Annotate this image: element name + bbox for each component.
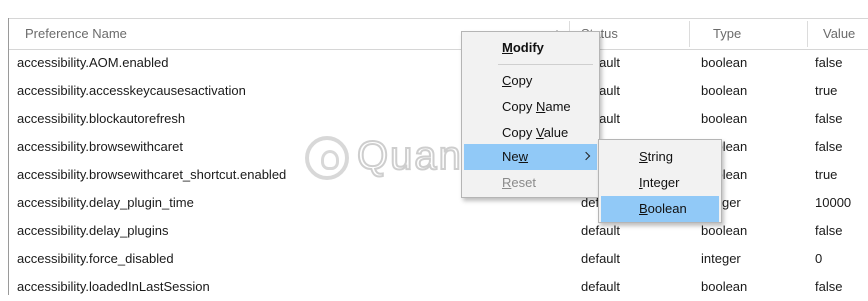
pref-name-cell: accessibility.loadedInLastSession	[17, 279, 210, 294]
type-cell: boolean	[701, 55, 748, 70]
window-top-strip	[0, 0, 868, 18]
table-row[interactable]: accessibility.AOM.enabled default boolean f…	[9, 49, 868, 77]
value-cell: false	[815, 279, 843, 294]
value-cell: false	[815, 55, 843, 70]
pref-name-cell: accessibility.blockautorefresh	[17, 111, 186, 126]
table-row[interactable]: accessibility.blockautorefresh default boo…	[9, 105, 868, 133]
chevron-right-icon	[581, 151, 591, 161]
value-cell: false	[815, 223, 843, 238]
status-cell: default	[581, 279, 621, 294]
submenu-item-boolean[interactable]: Boolean	[601, 196, 719, 222]
menu-item-copy-name[interactable]: Copy Name	[464, 94, 597, 120]
menu-item-label: String	[639, 149, 673, 164]
menu-item-reset[interactable]: Reset	[464, 170, 597, 196]
table-header: Preference Name Status Type Value	[9, 18, 868, 50]
menu-item-new[interactable]: New	[464, 144, 597, 170]
table-row[interactable]: accessibility.delay_plugin_timedefaultin…	[9, 189, 868, 217]
type-cell: boolean	[701, 111, 748, 126]
column-header-type[interactable]: Type	[713, 19, 741, 49]
pref-name-cell: accessibility.browsewithcaret_shortcut.e…	[17, 167, 287, 182]
value-cell: true	[815, 167, 838, 182]
column-divider[interactable]	[689, 21, 690, 47]
preferences-table: Preference Name Status Type Value access…	[8, 18, 868, 295]
menu-item-label: Modify	[502, 40, 544, 55]
menu-separator	[498, 64, 593, 65]
table-row[interactable]: accessibility.force_disabled default integ…	[9, 245, 868, 273]
column-divider[interactable]	[807, 21, 808, 47]
table-row[interactable]: accessibility.loadedInLastSession default…	[9, 273, 868, 301]
type-cell: boolean	[701, 279, 748, 294]
pref-name-cell: accessibility.browsewithcaret	[17, 139, 183, 154]
menu-item-copy[interactable]: Copy	[464, 68, 597, 94]
status-cell: default	[581, 251, 621, 266]
menu-item-label: Copy Name	[502, 99, 571, 114]
table-row[interactable]: accessibility.browsewithcaret_shortcut.e…	[9, 161, 868, 189]
pref-name-cell: accessibility.AOM.enabled	[17, 55, 169, 70]
menu-item-modify[interactable]: Modify	[464, 35, 597, 61]
column-header-value[interactable]: Value	[823, 19, 855, 49]
submenu-item-integer[interactable]: Integer	[601, 170, 719, 196]
menu-item-copy-value[interactable]: Copy Value	[464, 120, 597, 146]
pref-name-cell: accessibility.force_disabled	[17, 251, 174, 266]
type-cell: boolean	[701, 83, 748, 98]
context-menu: Modify Copy Copy Name Copy Value New Res…	[461, 31, 600, 198]
menu-item-label: New	[502, 149, 529, 164]
table-row[interactable]: accessibility.delay_plugins default boolea…	[9, 217, 868, 245]
new-submenu: String Integer Boolean	[598, 139, 722, 223]
value-cell: 10000	[815, 195, 852, 210]
value-cell: false	[815, 139, 843, 154]
submenu-item-string[interactable]: String	[601, 144, 719, 170]
pref-name-cell: accessibility.delay_plugins	[17, 223, 169, 238]
menu-item-label: Copy Value	[502, 125, 569, 140]
table-row[interactable]: accessibility.accesskeycausesactivation d…	[9, 77, 868, 105]
type-cell: integer	[701, 251, 741, 266]
pref-name-cell: accessibility.delay_plugin_time	[17, 195, 194, 210]
column-header-preference-name[interactable]: Preference Name	[25, 19, 127, 49]
value-cell: true	[815, 83, 838, 98]
menu-item-label: Reset	[502, 175, 536, 190]
table-row[interactable]: accessibility.browsewithcaretdefaultbool…	[9, 133, 868, 161]
menu-item-label: Copy	[502, 73, 533, 88]
menu-item-label: Integer	[639, 175, 680, 190]
value-cell: false	[815, 111, 843, 126]
pref-name-cell: accessibility.accesskeycausesactivation	[17, 83, 246, 98]
menu-item-label: Boolean	[639, 201, 687, 216]
value-cell: 0	[815, 251, 823, 266]
